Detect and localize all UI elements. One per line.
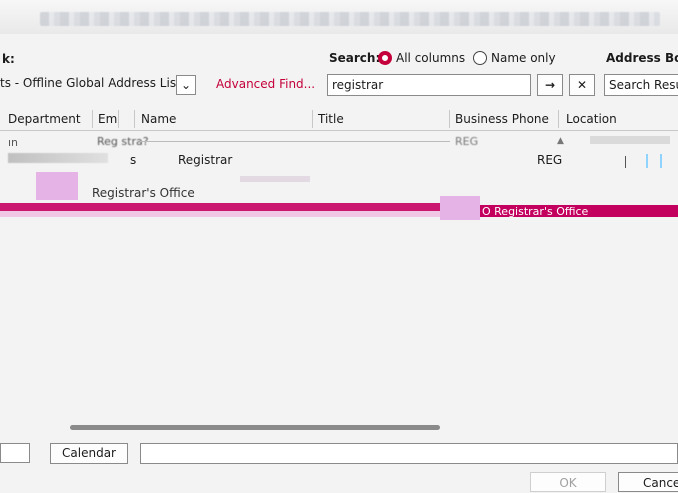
radio-name-only-label: Name only <box>491 51 556 65</box>
horizontal-scrollbar[interactable] <box>70 425 440 430</box>
search-label: Search: <box>329 51 381 65</box>
address-list-chevron[interactable]: ⌄ <box>176 75 196 95</box>
row2-loc-mark-blue <box>660 154 662 168</box>
row3-highlight-pink <box>36 172 78 200</box>
row2-dept-blurred <box>8 153 108 163</box>
column-separator <box>134 110 135 128</box>
row2-loc-mark <box>625 156 626 168</box>
bottom-left-field[interactable] <box>0 443 30 463</box>
column-separator <box>449 110 450 128</box>
row3-blurred <box>240 176 310 182</box>
address-list-value: ts - Offline Global Address List <box>0 76 181 90</box>
column-separator <box>118 110 119 128</box>
column-business-phone[interactable]: Business Phone <box>455 112 549 126</box>
column-name[interactable]: Name <box>141 112 176 126</box>
search-results-value: Search Results <box>609 78 678 92</box>
results-list[interactable] <box>0 131 678 431</box>
row3-em: Registrar's Office <box>92 186 195 200</box>
selection-pink-block <box>440 196 480 220</box>
column-separator <box>558 110 559 128</box>
calendar-button-label: Calendar <box>62 446 116 460</box>
title-text-blurred <box>40 12 660 26</box>
row1-dept: ın <box>8 136 19 149</box>
search-results-dropdown[interactable]: Search Results <box>604 74 678 96</box>
calendar-button[interactable]: Calendar <box>50 443 128 464</box>
search-input-value: registrar <box>332 78 384 92</box>
row1-location-blurred <box>590 136 670 144</box>
address-book-prefix-label: k: <box>2 52 15 66</box>
search-clear-button[interactable]: ✕ <box>569 74 595 96</box>
radio-all-columns-label: All columns <box>396 51 466 65</box>
column-department[interactable]: Department <box>8 112 81 126</box>
column-separator <box>92 110 93 128</box>
row1-line <box>140 141 450 142</box>
row2-phone: REG <box>537 153 563 167</box>
row3-location: O Registrar's Office <box>482 205 589 218</box>
bottom-text-field[interactable] <box>140 443 678 464</box>
cancel-button-label: Cancel <box>643 476 678 490</box>
row2-em: s <box>130 153 137 167</box>
search-input[interactable]: registrar <box>327 74 531 96</box>
address-list-dropdown[interactable]: ts - Offline Global Address List <box>0 76 182 94</box>
row1-phone: REG <box>455 135 479 148</box>
arrow-right-icon: → <box>544 78 556 92</box>
sort-up-icon: ▲ <box>557 136 564 146</box>
selection-band <box>0 203 440 211</box>
ok-button[interactable]: OK <box>530 472 606 492</box>
column-em[interactable]: Em <box>98 112 117 126</box>
selection-band-light <box>0 211 440 217</box>
column-location[interactable]: Location <box>566 112 617 126</box>
radio-name-only[interactable] <box>473 51 487 65</box>
row2-title: Registrar <box>178 153 233 167</box>
row2-loc-mark-blue <box>646 154 648 168</box>
ok-button-label: OK <box>559 476 577 490</box>
cancel-button[interactable]: Cancel <box>618 472 678 492</box>
radio-all-columns[interactable] <box>378 51 392 65</box>
address-book-label: Address Book <box>606 51 678 65</box>
column-separator <box>312 110 313 128</box>
column-title[interactable]: Title <box>318 112 344 126</box>
chevron-down-icon: ⌄ <box>180 78 192 92</box>
search-go-button[interactable]: → <box>537 74 563 96</box>
advanced-find-link[interactable]: Advanced Find... <box>216 77 315 91</box>
close-icon: ✕ <box>576 78 588 92</box>
